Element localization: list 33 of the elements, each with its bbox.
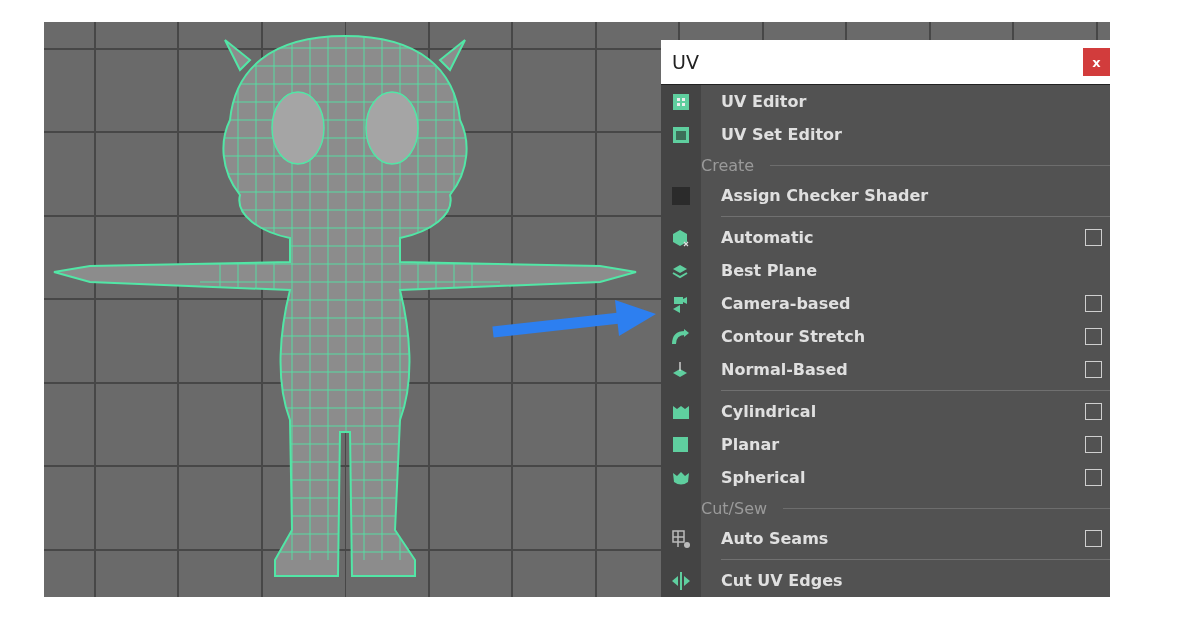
square-icon: [671, 185, 691, 206]
split-arrows-icon: [671, 570, 691, 591]
seam-icon: [671, 528, 691, 549]
menu-item[interactable]: Assign Checker Shader: [721, 186, 1110, 205]
section-header: Cut/Sew: [701, 498, 768, 518]
menu-title: UV: [672, 51, 699, 73]
menu-item[interactable]: Camera-based: [721, 294, 1085, 313]
menu-item[interactable]: Cylindrical: [721, 402, 1085, 421]
menu-item[interactable]: Cut UV Edges: [721, 571, 1110, 590]
option-box[interactable]: [1085, 530, 1102, 547]
option-box[interactable]: [1085, 328, 1102, 345]
menu-item[interactable]: Spherical: [721, 468, 1085, 487]
cube-icon: [671, 227, 691, 248]
option-box[interactable]: [1085, 469, 1102, 486]
option-box[interactable]: [1085, 436, 1102, 453]
menu-item[interactable]: Automatic: [721, 228, 1085, 247]
menu-item[interactable]: Auto Seams: [721, 529, 1085, 548]
menu-item[interactable]: Normal-Based: [721, 360, 1085, 379]
section-header: Create: [701, 155, 755, 175]
menu-item[interactable]: Best Plane: [721, 261, 1110, 280]
checker-icon: [671, 91, 691, 112]
window-icon: [671, 124, 691, 145]
curve-arrow-icon: [671, 326, 691, 347]
menu-item[interactable]: Contour Stretch: [721, 327, 1085, 346]
option-box[interactable]: [1085, 295, 1102, 312]
plane-icon: [671, 434, 691, 455]
option-box[interactable]: [1085, 229, 1102, 246]
menu-item[interactable]: UV Set Editor: [721, 125, 1110, 144]
option-box[interactable]: [1085, 403, 1102, 420]
close-button[interactable]: x: [1083, 48, 1110, 76]
option-box[interactable]: [1085, 361, 1102, 378]
menu-item[interactable]: Planar: [721, 435, 1085, 454]
menu-item[interactable]: UV Editor: [721, 92, 1110, 111]
